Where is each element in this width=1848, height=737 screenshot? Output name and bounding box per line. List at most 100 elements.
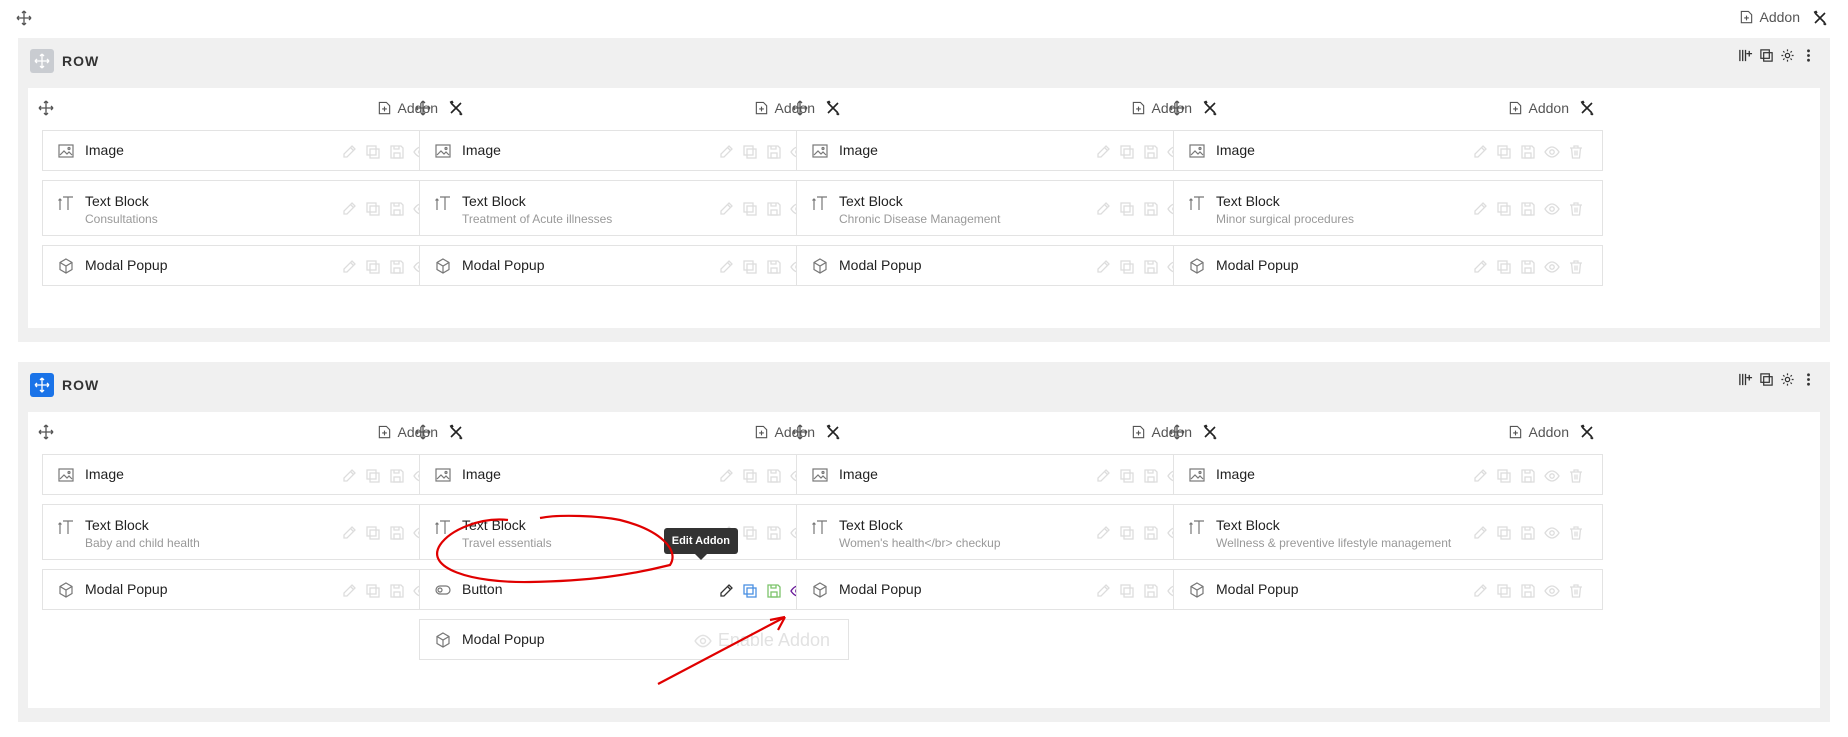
duplicate-icon[interactable] — [365, 468, 381, 484]
duplicate-icon[interactable] — [1496, 525, 1512, 541]
duplicate-icon[interactable] — [1496, 144, 1512, 160]
column-tools-icon[interactable] — [1579, 100, 1595, 116]
column-move-icon[interactable] — [1169, 424, 1185, 440]
edit-icon[interactable] — [1095, 259, 1111, 275]
save-icon[interactable] — [766, 259, 782, 275]
delete-icon[interactable] — [1568, 468, 1584, 484]
edit-icon[interactable] — [718, 259, 734, 275]
eye-icon[interactable] — [1544, 583, 1560, 599]
row-move-icon[interactable] — [30, 373, 54, 397]
edit-icon[interactable] — [718, 144, 734, 160]
edit-icon[interactable] — [718, 201, 734, 217]
save-icon[interactable] — [389, 468, 405, 484]
save-icon[interactable] — [389, 201, 405, 217]
save-icon[interactable] — [389, 144, 405, 160]
delete-icon[interactable] — [1568, 583, 1584, 599]
edit-icon[interactable] — [1095, 583, 1111, 599]
edit-icon[interactable] — [1095, 525, 1111, 541]
duplicate-icon[interactable] — [365, 144, 381, 160]
duplicate-icon[interactable] — [742, 201, 758, 217]
edit-icon[interactable] — [1472, 468, 1488, 484]
save-icon[interactable] — [1520, 144, 1536, 160]
duplicate-icon[interactable] — [1119, 468, 1135, 484]
edit-icon[interactable] — [718, 583, 734, 599]
duplicate-row-icon[interactable] — [1759, 48, 1774, 63]
column-move-icon[interactable] — [792, 100, 808, 116]
duplicate-row-icon[interactable] — [1759, 372, 1774, 387]
duplicate-icon[interactable] — [365, 201, 381, 217]
edit-icon[interactable] — [341, 468, 357, 484]
addon-modal[interactable]: Modal Popup — [1173, 569, 1603, 610]
save-icon[interactable] — [766, 144, 782, 160]
edit-icon[interactable] — [1095, 144, 1111, 160]
delete-icon[interactable] — [1568, 144, 1584, 160]
duplicate-icon[interactable] — [1496, 259, 1512, 275]
edit-icon[interactable] — [1095, 468, 1111, 484]
add-column-icon[interactable] — [1738, 372, 1753, 387]
add-addon-button[interactable]: Addon — [1508, 424, 1569, 440]
save-icon[interactable] — [1143, 144, 1159, 160]
save-icon[interactable] — [766, 468, 782, 484]
delete-icon[interactable] — [1568, 259, 1584, 275]
column-move-icon[interactable] — [415, 100, 431, 116]
edit-icon[interactable] — [341, 583, 357, 599]
column-move-icon[interactable] — [415, 424, 431, 440]
edit-icon[interactable] — [1472, 583, 1488, 599]
save-icon[interactable] — [766, 583, 782, 599]
duplicate-icon[interactable] — [742, 259, 758, 275]
row-move-icon[interactable] — [30, 49, 54, 73]
column-tools-icon[interactable] — [1579, 424, 1595, 440]
addon-text[interactable]: Text Block Wellness & preventive lifestyl… — [1173, 504, 1603, 560]
save-icon[interactable] — [1520, 525, 1536, 541]
edit-icon[interactable] — [1472, 259, 1488, 275]
duplicate-icon[interactable] — [1119, 259, 1135, 275]
edit-icon[interactable] — [341, 201, 357, 217]
tools-icon[interactable] — [1812, 10, 1828, 26]
duplicate-icon[interactable] — [742, 583, 758, 599]
duplicate-icon[interactable] — [1119, 144, 1135, 160]
save-icon[interactable] — [389, 525, 405, 541]
save-icon[interactable] — [389, 583, 405, 599]
edit-icon[interactable] — [341, 525, 357, 541]
edit-icon[interactable] — [1472, 144, 1488, 160]
duplicate-icon[interactable] — [365, 525, 381, 541]
eye-icon[interactable] — [1544, 525, 1560, 541]
column-move-icon[interactable] — [1169, 100, 1185, 116]
save-icon[interactable] — [1143, 525, 1159, 541]
eye-icon[interactable] — [1544, 201, 1560, 217]
save-icon[interactable] — [1143, 468, 1159, 484]
edit-icon[interactable] — [1472, 201, 1488, 217]
add-column-icon[interactable] — [1738, 48, 1753, 63]
column-move-icon[interactable] — [38, 424, 54, 440]
duplicate-icon[interactable] — [365, 259, 381, 275]
duplicate-icon[interactable] — [1119, 583, 1135, 599]
edit-icon[interactable] — [341, 259, 357, 275]
delete-icon[interactable] — [1568, 525, 1584, 541]
save-icon[interactable] — [1143, 583, 1159, 599]
save-icon[interactable] — [1520, 468, 1536, 484]
addon-text[interactable]: Text Block Minor surgical procedures — [1173, 180, 1603, 236]
save-icon[interactable] — [1520, 583, 1536, 599]
eye-icon[interactable] — [1544, 468, 1560, 484]
save-icon[interactable] — [1520, 201, 1536, 217]
move-icon[interactable] — [16, 10, 32, 26]
save-icon[interactable] — [766, 525, 782, 541]
edit-icon[interactable] — [341, 144, 357, 160]
duplicate-icon[interactable] — [742, 468, 758, 484]
duplicate-icon[interactable] — [1119, 201, 1135, 217]
delete-icon[interactable] — [1568, 201, 1584, 217]
addon-image[interactable]: Image — [1173, 130, 1603, 171]
edit-icon[interactable] — [718, 468, 734, 484]
add-addon-button[interactable]: Addon — [1739, 9, 1800, 25]
more-options-icon[interactable] — [1801, 48, 1816, 63]
duplicate-icon[interactable] — [1119, 525, 1135, 541]
add-addon-button[interactable]: Addon — [1508, 100, 1569, 116]
duplicate-icon[interactable] — [1496, 583, 1512, 599]
column-move-icon[interactable] — [792, 424, 808, 440]
column-move-icon[interactable] — [38, 100, 54, 116]
save-icon[interactable] — [1143, 201, 1159, 217]
duplicate-icon[interactable] — [365, 583, 381, 599]
edit-icon[interactable] — [1472, 525, 1488, 541]
duplicate-icon[interactable] — [742, 525, 758, 541]
save-icon[interactable] — [766, 201, 782, 217]
